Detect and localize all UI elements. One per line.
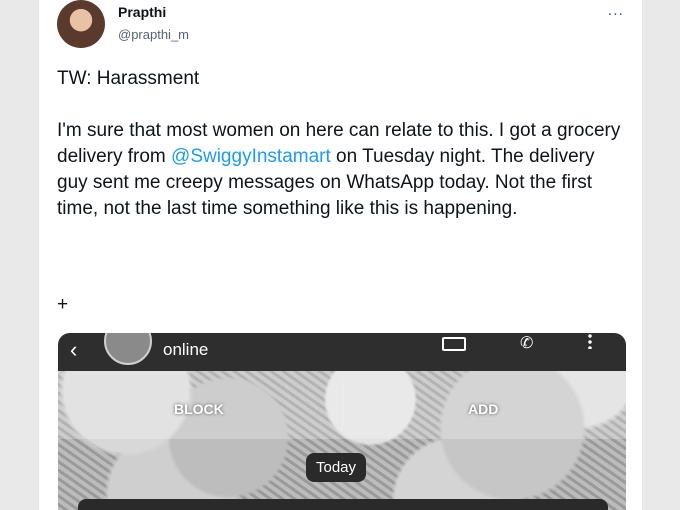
actions-divider [342,379,343,431]
date-chip: Today [306,453,367,482]
author-name[interactable]: Prapthi [118,4,166,20]
menu-dots-icon [588,333,592,349]
phone-call-icon: ✆ [520,335,534,352]
plus-marker: + [57,294,69,315]
author-handle[interactable]: @prapthi_m [118,27,189,42]
whatsapp-header: ‹ online ✆ [58,333,626,371]
block-label: BLOCK [174,401,224,417]
add-label: ADD [468,401,499,417]
contact-avatar [104,333,152,365]
message-bubble [78,499,608,510]
trigger-warning-line: TW: Harassment [57,68,200,89]
avatar[interactable] [57,0,105,48]
more-options-icon[interactable]: ... [608,2,624,20]
mention-link[interactable]: @SwiggyInstamart [171,146,331,167]
tweet-body: I'm sure that most women on here can rel… [57,118,627,222]
back-icon: ‹ [70,337,78,362]
whatsapp-actions-bar: BLOCK ADD [58,371,626,439]
contact-status: online [163,340,209,359]
attached-screenshot[interactable]: ‹ online ✆ BLOCK ADD Today [58,333,626,510]
tweet-card: Prapthi @prapthi_m ... TW: Harassment I'… [38,0,643,510]
video-call-icon [442,337,466,351]
